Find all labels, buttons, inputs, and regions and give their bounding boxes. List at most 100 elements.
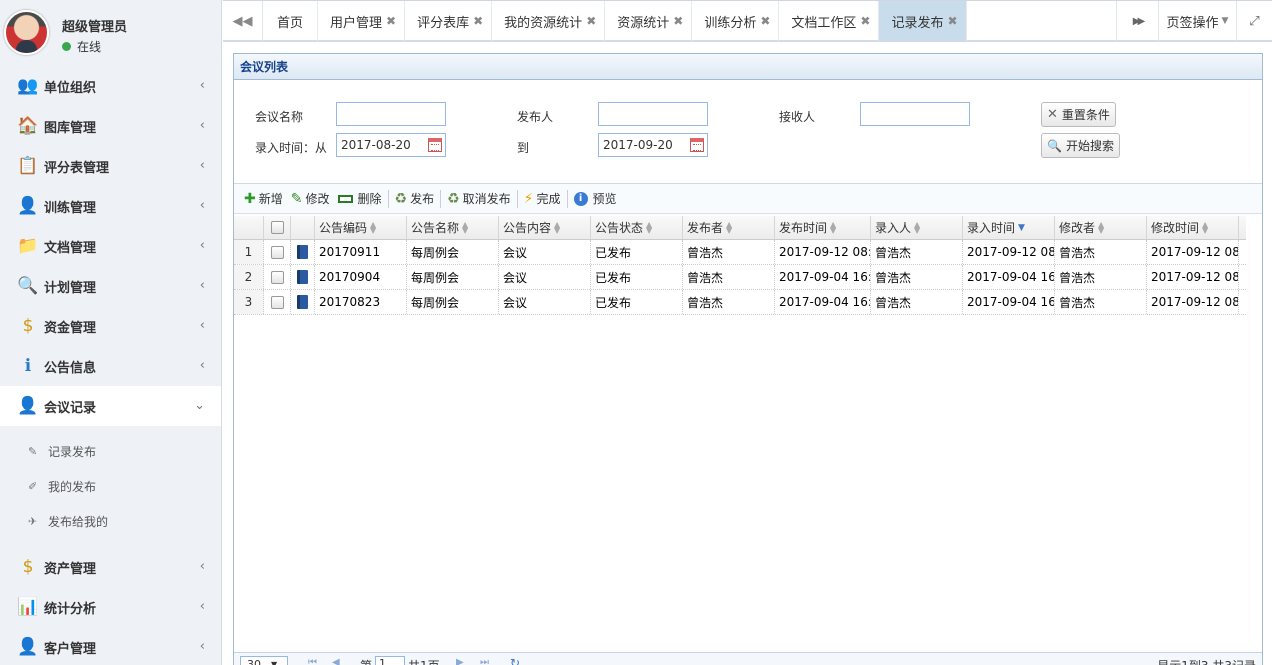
table-cell: 2017-09-04 16:3: [963, 265, 1055, 289]
column-header[interactable]: 录入时间 ▼: [963, 216, 1055, 239]
column-header[interactable]: 修改者 ▲ ▼: [1055, 216, 1147, 239]
sidebar-item[interactable]: $ 资金管理 ‹: [0, 306, 221, 346]
delete-button[interactable]: 删除: [334, 187, 386, 211]
calendar-icon[interactable]: [690, 138, 704, 152]
row-checkbox[interactable]: [270, 245, 284, 259]
edit-button[interactable]: ✎ 修改: [287, 187, 334, 211]
delete-button-label: 删除: [357, 192, 382, 206]
tab[interactable]: 评分表库 ✖: [405, 1, 493, 41]
date-from-input[interactable]: 2017-08-20: [336, 133, 446, 157]
column-header[interactable]: 录入人 ▲ ▼: [871, 216, 963, 239]
table-cell: 已发布: [591, 265, 683, 289]
close-icon[interactable]: ✖: [386, 14, 396, 28]
submenu-item[interactable]: ✈ 发布给我的: [0, 504, 221, 539]
tab-scroll-left-button[interactable]: ◀◀: [223, 1, 263, 41]
sidebar-item[interactable]: ℹ 公告信息 ‹: [0, 346, 221, 386]
search-button[interactable]: 🔍 开始搜索: [1041, 133, 1120, 158]
unpublish-button[interactable]: ♻ 取消发布: [443, 187, 515, 211]
sidebar-item[interactable]: 👤 客户管理 ‹: [0, 627, 221, 665]
tab-label: 我的资源统计: [504, 15, 583, 31]
tab[interactable]: 资源统计 ✖: [605, 1, 693, 41]
column-header[interactable]: 发布时间 ▲ ▼: [775, 216, 871, 239]
meeting-icon: 👤: [17, 396, 39, 416]
column-header[interactable]: 公告内容 ▲ ▼: [499, 216, 591, 239]
table-row[interactable]: 3 20170823 每周例会 会议 已发布 曾浩杰 2017-09-04 16:2 曾浩杰 2…: [234, 290, 1246, 315]
chevron-icon: ‹: [199, 158, 205, 173]
row-checkbox[interactable]: [270, 295, 284, 309]
publisher-input[interactable]: [598, 102, 708, 126]
table-cell: 曾浩杰: [871, 240, 963, 264]
close-icon[interactable]: ✖: [948, 14, 958, 28]
table-cell: 曾浩杰: [871, 265, 963, 289]
tab[interactable]: 首页: [263, 1, 319, 41]
tab-scroll-right-button[interactable]: ▶▶: [1116, 1, 1158, 41]
table-row[interactable]: 1 20170911 每周例会 会议 已发布 曾浩杰 2017-09-12 08:3 曾浩杰 2…: [234, 240, 1246, 265]
sidebar-item[interactable]: 👤 训练管理 ‹: [0, 186, 221, 226]
receiver-input[interactable]: [860, 102, 970, 126]
tab[interactable]: 文档工作区 ✖: [779, 1, 880, 41]
sidebar-item[interactable]: 🔍 计划管理 ‹: [0, 266, 221, 306]
next-page-icon[interactable]: ▶: [456, 657, 464, 665]
sidebar-item[interactable]: 📊 统计分析 ‹: [0, 587, 221, 627]
tab[interactable]: 我的资源统计 ✖: [492, 1, 606, 41]
fullscreen-button[interactable]: ⤢: [1236, 1, 1272, 41]
entry-time-label: 录入时间：从: [255, 141, 328, 155]
close-icon[interactable]: ✖: [860, 14, 870, 28]
book-icon[interactable]: [297, 295, 308, 309]
table-cell: 2017-09-04 16:2: [775, 290, 871, 314]
prev-page-icon[interactable]: ◀: [332, 657, 340, 665]
sidebar-item[interactable]: $ 资产管理 ‹: [0, 547, 221, 587]
publish-button[interactable]: ♻ 发布: [391, 187, 439, 211]
tab[interactable]: 训练分析 ✖: [692, 1, 780, 41]
page-size-select[interactable]: 30 ▼: [240, 656, 288, 665]
tab[interactable]: 记录发布 ✖: [879, 1, 967, 41]
refresh-icon[interactable]: ↻: [510, 656, 520, 665]
column-header[interactable]: 公告名称 ▲ ▼: [407, 216, 499, 239]
sidebar-item[interactable]: 📋 评分表管理 ‹: [0, 146, 221, 186]
grid-header: 公告编码 ▲ ▼ 公告名称 ▲ ▼ 公告内容 ▲ ▼ 公告状态 ▲ ▼ 发布者 ▲ ▼ 发布时间 ▲ ▼ 录入人 ▲ ▼…: [234, 216, 1246, 240]
add-button[interactable]: ✚ 新增: [240, 187, 287, 211]
table-cell: 曾浩杰: [683, 290, 775, 314]
sidebar-item[interactable]: 👤 会议记录 ⌄: [0, 386, 221, 426]
date-to-input[interactable]: 2017-09-20: [598, 133, 708, 157]
column-header[interactable]: 公告编码 ▲ ▼: [315, 216, 407, 239]
complete-button[interactable]: ⚡ 完成: [520, 187, 565, 211]
first-page-icon[interactable]: ⏮: [308, 657, 317, 665]
table-cell: 20170904: [315, 265, 407, 289]
row-checkbox[interactable]: [270, 270, 284, 284]
stats-icon: 📊: [17, 597, 39, 617]
avatar[interactable]: [4, 10, 49, 55]
edit-icon: ✎: [28, 445, 38, 458]
chevron-icon: ‹: [199, 78, 205, 93]
close-icon[interactable]: ✖: [673, 14, 683, 28]
column-header[interactable]: 发布者 ▲ ▼: [683, 216, 775, 239]
page-ops-dropdown[interactable]: 页签操作 ▼: [1158, 1, 1236, 41]
column-header[interactable]: 修改时间 ▲ ▼: [1147, 216, 1239, 239]
book-icon[interactable]: [297, 245, 308, 259]
submenu-item[interactable]: ✎ 记录发布: [0, 434, 221, 469]
close-icon[interactable]: ✖: [586, 14, 596, 28]
column-header[interactable]: 公告状态 ▲ ▼: [591, 216, 683, 239]
preview-button-label: 预览: [592, 192, 617, 206]
preview-button[interactable]: i 预览: [570, 187, 621, 211]
calendar-icon[interactable]: [428, 138, 442, 152]
select-all-checkbox[interactable]: [270, 221, 284, 234]
table-row[interactable]: 2 20170904 每周例会 会议 已发布 曾浩杰 2017-09-04 16:3 曾浩杰 2…: [234, 265, 1246, 290]
page-number-input[interactable]: 1: [375, 656, 405, 665]
meeting-name-input[interactable]: [336, 102, 446, 126]
user-name: 超级管理员: [62, 20, 128, 35]
close-icon[interactable]: ✖: [473, 14, 483, 28]
expand-icon: ⤢: [1249, 13, 1260, 29]
tab-list: 首页 用户管理 ✖ 评分表库 ✖ 我的资源统计 ✖ 资源统计 ✖ 训练分析 ✖ 文档工作区 ✖ 记录发布 ✖: [263, 1, 967, 41]
tab[interactable]: 用户管理 ✖: [318, 1, 406, 41]
unpublish-icon: ♻: [447, 190, 460, 207]
sidebar-item[interactable]: 👥 单位组织 ‹: [0, 66, 221, 106]
table-cell: 每周例会: [407, 265, 499, 289]
sidebar-item[interactable]: 📁 文档管理 ‹: [0, 226, 221, 266]
close-icon[interactable]: ✖: [760, 14, 770, 28]
last-page-icon[interactable]: ⏭: [480, 657, 489, 665]
sidebar-item[interactable]: 🏠 图库管理 ‹: [0, 106, 221, 146]
submenu-item[interactable]: ✐ 我的发布: [0, 469, 221, 504]
reset-button[interactable]: ✕ 重置条件: [1041, 102, 1116, 127]
book-icon[interactable]: [297, 270, 308, 284]
